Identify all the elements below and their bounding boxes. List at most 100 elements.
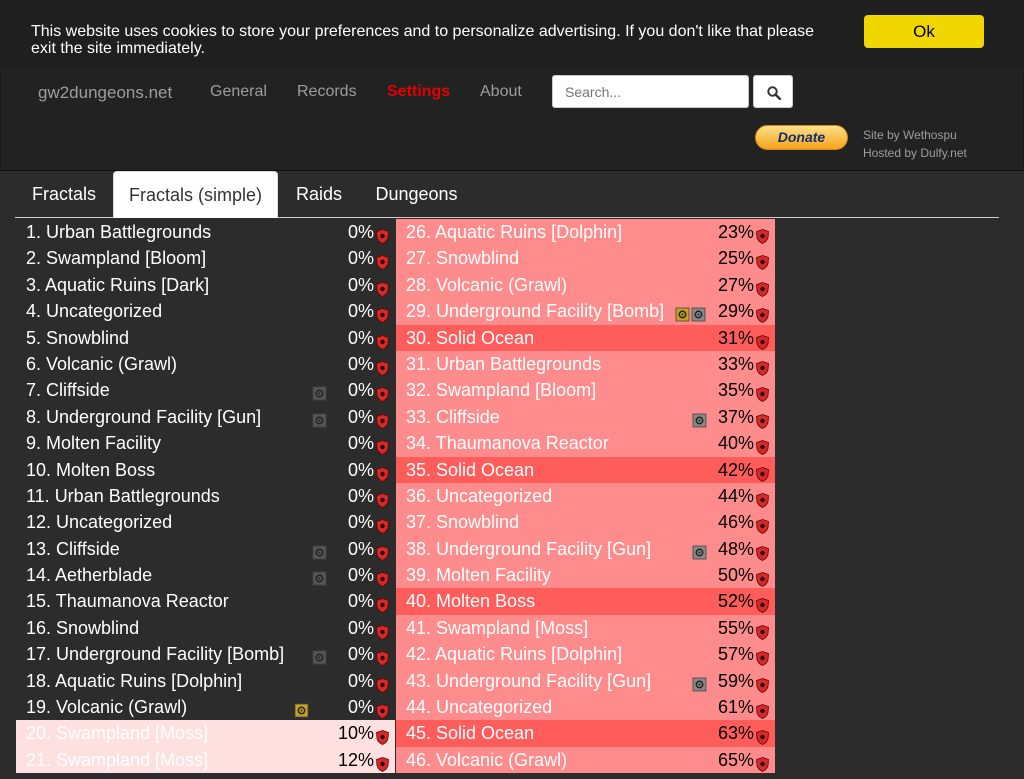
level-row[interactable]: 20. Swampland [Moss] 10% <box>16 720 395 747</box>
level-name: 10. Molten Boss <box>26 459 156 480</box>
level-row[interactable]: 3. Aquatic Ruins [Dark] 0% <box>16 271 395 299</box>
level-row[interactable]: 46. Volcanic (Grawl) 65% <box>396 746 775 774</box>
level-percent: 0% <box>347 670 374 691</box>
level-row[interactable]: 30. Solid Ocean 31% <box>396 324 775 351</box>
level-row[interactable]: 7. Cliffside 0% <box>16 377 395 404</box>
shield-icon <box>376 700 389 719</box>
gear-icon <box>312 541 327 560</box>
shield-icon <box>756 357 769 376</box>
shield-icon <box>376 594 389 614</box>
level-row[interactable]: 10. Molten Boss 0% <box>16 456 395 483</box>
level-row[interactable]: 2. Swampland [Bloom] 0% <box>16 245 395 272</box>
level-percent: 0% <box>347 248 374 269</box>
level-row[interactable]: 9. Molten Facility 0% <box>16 430 395 457</box>
level-row[interactable]: 35. Solid Ocean 42% <box>396 456 775 483</box>
level-percent: 0% <box>347 591 374 612</box>
level-name: 32. Swampland [Bloom] <box>406 380 597 401</box>
tab-fractals[interactable]: Fractals <box>15 171 113 218</box>
level-name: 13. Cliffside <box>26 538 120 559</box>
level-percent: 0% <box>347 380 374 401</box>
cookie-ok-button[interactable]: Ok <box>864 15 984 48</box>
level-row[interactable]: 6. Volcanic (Grawl) 0% <box>16 350 395 378</box>
level-percent: 42% <box>717 459 754 480</box>
nav-settings[interactable]: Settings <box>387 83 450 101</box>
level-row[interactable]: 8. Underground Facility [Gun] 0% <box>16 403 395 431</box>
search-button[interactable] <box>753 75 793 108</box>
fractal-tabs: Fractals Fractals (simple) Raids Dungeon… <box>15 171 999 218</box>
shield-icon <box>756 383 769 403</box>
level-row[interactable]: 21. Swampland [Moss] 12% <box>16 746 395 774</box>
level-row[interactable]: 28. Volcanic (Grawl) 27% <box>396 271 775 299</box>
level-percent: 55% <box>717 617 754 638</box>
shield-icon <box>376 304 389 324</box>
level-name: 5. Snowblind <box>26 327 130 348</box>
shield-icon <box>756 647 769 667</box>
level-row[interactable]: 12. Uncategorized 0% <box>16 509 395 536</box>
tab-dungeons[interactable]: Dungeons <box>360 171 473 218</box>
shield-icon <box>756 753 769 772</box>
search-input[interactable] <box>552 75 749 108</box>
level-row[interactable]: 5. Snowblind 0% <box>16 324 395 351</box>
level-row[interactable]: 42. Aquatic Ruins [Dolphin] 57% <box>396 641 775 668</box>
level-percent: 31% <box>717 327 754 348</box>
donate-button[interactable]: Donate <box>755 125 848 150</box>
level-percent: 57% <box>717 644 754 665</box>
shield-icon <box>756 463 769 482</box>
shield-icon <box>376 251 389 271</box>
level-name: 42. Aquatic Ruins [Dolphin] <box>406 644 623 665</box>
nav-records[interactable]: Records <box>297 83 357 101</box>
level-row[interactable]: 26. Aquatic Ruins [Dolphin] 23% <box>396 219 775 246</box>
site-brand-link[interactable]: gw2dungeons.net <box>38 83 172 103</box>
level-row[interactable]: 1. Urban Battlegrounds 0% <box>16 219 395 246</box>
level-name: 12. Uncategorized <box>26 512 173 533</box>
level-row[interactable]: 16. Snowblind 0% <box>16 614 395 642</box>
level-name: 20. Swampland [Moss] <box>26 723 209 744</box>
tab-raids[interactable]: Raids <box>278 171 360 218</box>
shield-icon <box>376 225 389 244</box>
level-name: 33. Cliffside <box>406 406 500 427</box>
level-name: 35. Solid Ocean <box>406 459 535 480</box>
level-row[interactable]: 44. Uncategorized 61% <box>396 694 775 721</box>
shield-icon <box>376 674 389 693</box>
shield-icon <box>376 621 389 640</box>
level-row[interactable]: 17. Underground Facility [Bomb] 0% <box>16 641 395 668</box>
nav-general[interactable]: General <box>210 83 267 101</box>
shield-icon <box>376 726 389 746</box>
level-row[interactable]: 18. Aquatic Ruins [Dolphin] 0% <box>16 667 395 695</box>
level-row[interactable]: 31. Urban Battlegrounds 33% <box>396 350 775 378</box>
level-row[interactable]: 38. Underground Facility [Gun] 48% <box>396 535 775 563</box>
level-row[interactable]: 40. Molten Boss 52% <box>396 588 775 615</box>
level-row[interactable]: 41. Swampland [Moss] 55% <box>396 614 775 642</box>
level-row[interactable]: 34. Thaumanova Reactor 40% <box>396 430 775 457</box>
level-row[interactable]: 45. Solid Ocean 63% <box>396 720 775 747</box>
level-row[interactable]: 29. Underground Facility [Bomb] 29% <box>396 298 775 325</box>
level-row[interactable]: 33. Cliffside 37% <box>396 403 775 431</box>
level-row[interactable]: 37. Snowblind 46% <box>396 509 775 536</box>
level-row[interactable]: 13. Cliffside 0% <box>16 535 395 563</box>
level-row[interactable]: 32. Swampland [Bloom] 35% <box>396 377 775 404</box>
level-row[interactable]: 27. Snowblind 25% <box>396 245 775 272</box>
level-percent: 46% <box>717 512 754 533</box>
level-row[interactable]: 11. Urban Battlegrounds 0% <box>16 482 395 510</box>
shield-icon <box>756 542 769 561</box>
tab-fractals-simple[interactable]: Fractals (simple) <box>113 171 278 218</box>
level-row[interactable]: 39. Molten Facility 50% <box>396 562 775 589</box>
level-name: 34. Thaumanova Reactor <box>406 433 609 454</box>
gear-icon <box>692 673 707 692</box>
level-row[interactable]: 4. Uncategorized 0% <box>16 298 395 325</box>
level-row[interactable]: 14. Aetherblade 0% <box>16 562 395 589</box>
credit-host[interactable]: Hosted by Dulfy.net <box>863 144 967 162</box>
nav-about[interactable]: About <box>480 83 522 101</box>
level-percent: 0% <box>347 406 374 427</box>
shield-icon <box>756 251 769 271</box>
level-percent: 40% <box>717 433 754 454</box>
level-row[interactable]: 43. Underground Facility [Gun] 59% <box>396 667 775 695</box>
level-row[interactable]: 15. Thaumanova Reactor 0% <box>16 588 395 615</box>
gear-icon <box>692 409 707 428</box>
shield-icon <box>376 383 389 403</box>
level-row[interactable]: 36. Uncategorized 44% <box>396 482 775 510</box>
level-name: 39. Molten Facility <box>406 565 552 586</box>
level-row[interactable]: 19. Volcanic (Grawl) 0% <box>16 694 395 721</box>
shield-icon <box>376 515 389 535</box>
level-name: 9. Molten Facility <box>26 433 162 454</box>
